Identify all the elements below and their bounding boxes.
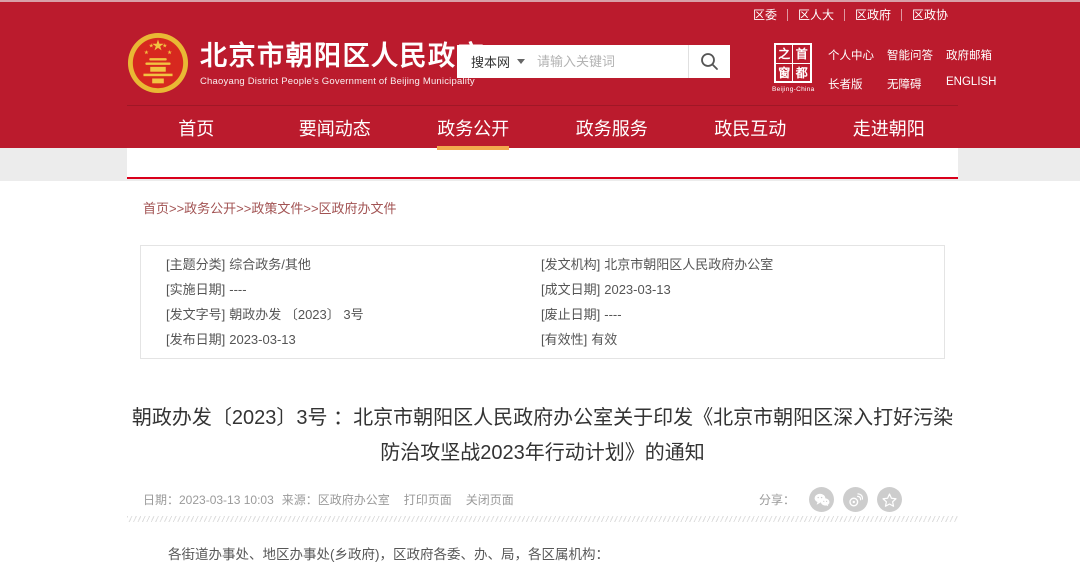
close-page-link[interactable]: 关闭页面 (466, 491, 514, 508)
meta-row-implementation-date: [实施日期] ---- (166, 277, 541, 302)
site-header: 区委 区人大 区政府 区政协 (0, 0, 1080, 148)
subheader-red-line (127, 148, 958, 179)
meta-label: [发文机构] (541, 257, 600, 272)
meta-row-repeal-date: [废止日期] ---- (541, 302, 773, 327)
capital-window-logo[interactable]: 之 首 窗 都 Beijing-China (772, 43, 815, 93)
brand-text: 北京市朝阳区人民政府 Chaoyang District People's Go… (200, 39, 485, 87)
cw-char: 之 (776, 45, 793, 64)
search-scope-select[interactable]: 搜本网 (457, 45, 537, 78)
meta-row-publish-date: [发布日期] 2023-03-13 (166, 327, 541, 352)
nav-item-label: 政务公开 (437, 115, 509, 141)
quick-link-gov-mailbox[interactable]: 政府邮箱 (946, 47, 997, 63)
top-link-district-government[interactable]: 区政府 (844, 9, 901, 21)
nav-item-label: 政务服务 (576, 115, 648, 141)
content: 首页>>政务公开>>政策文件>>区政府办文件 [主题分类] 综合政务/其他 [实施… (127, 181, 958, 564)
share-label: 分享： (759, 491, 795, 508)
meta-column-left: [主题分类] 综合政务/其他 [实施日期] ---- [发文字号] 朝政办发 〔202… (166, 252, 541, 352)
page: 区委 区人大 区政府 区政协 (0, 0, 1080, 564)
quick-link-senior-version[interactable]: 长者版 (828, 76, 874, 92)
search-input[interactable] (537, 45, 688, 78)
weibo-icon (848, 493, 863, 507)
top-bar: 区委 区人大 区政府 区政协 (0, 2, 1080, 28)
meta-value: 2023-03-13 (229, 332, 296, 347)
meta-value: 朝政办发 〔2023〕 3号 (229, 307, 363, 322)
article-source: 来源：区政府办公室 (282, 491, 390, 508)
active-tab-underline (437, 146, 509, 150)
meta-column-right: [发文机构] 北京市朝阳区人民政府办公室 [成文日期] 2023-03-13 [废止… (541, 252, 773, 352)
quick-link-smart-qa[interactable]: 智能问答 (887, 47, 933, 63)
hatched-divider (127, 516, 958, 522)
quick-links: 个人中心 智能问答 政府邮箱 长者版 无障碍 ENGLISH (828, 47, 997, 92)
meta-value: ---- (604, 307, 621, 322)
meta-label: [发文字号] (166, 307, 225, 322)
meta-row-issuing-agency: [发文机构] 北京市朝阳区人民政府办公室 (541, 252, 773, 277)
capital-window-caption: Beijing-China (772, 86, 815, 93)
share-group: 分享： (759, 487, 902, 512)
main-nav: 首页 要闻动态 政务公开 政务服务 政民互动 走进朝阳 (127, 105, 958, 150)
subheader-strip (0, 148, 1080, 181)
cw-char: 窗 (776, 64, 793, 82)
cw-char: 都 (793, 64, 810, 82)
search-icon (700, 52, 719, 71)
share-wechat-button[interactable] (809, 487, 834, 512)
meta-label: [有效性] (541, 332, 587, 347)
chevron-down-icon (517, 59, 525, 64)
nav-item-label: 走进朝阳 (853, 115, 925, 141)
share-weibo-button[interactable] (843, 487, 868, 512)
meta-label: [成文日期] (541, 282, 600, 297)
header-main: 北京市朝阳区人民政府 Chaoyang District People's Go… (0, 28, 1080, 105)
wechat-icon (814, 493, 830, 507)
quick-link-english[interactable]: ENGLISH (946, 76, 997, 92)
meta-row-topic: [主题分类] 综合政务/其他 (166, 252, 541, 277)
site-logo[interactable]: 北京市朝阳区人民政府 Chaoyang District People's Go… (127, 32, 485, 94)
nav-item-label: 要闻动态 (299, 115, 371, 141)
site-subtitle: Chaoyang District People's Government of… (200, 76, 485, 87)
meta-value: ---- (229, 282, 246, 297)
page-title: 朝政办发〔2023〕3号 ：北京市朝阳区人民政府办公室关于印发《北京市朝阳区深入… (131, 401, 954, 471)
article-date: 日期：2023-03-13 10:03 (143, 491, 274, 508)
capital-window-seal-icon: 之 首 窗 都 (774, 43, 812, 83)
search-button[interactable] (688, 45, 730, 78)
meta-label: [实施日期] (166, 282, 225, 297)
nav-item-label: 政民互动 (714, 115, 786, 141)
share-favorite-button[interactable] (877, 487, 902, 512)
search-box: 搜本网 (457, 45, 730, 78)
article-body-text: 各街道办事处、地区办事处(乡政府)，区政府各委、办、局，各区属机构： (168, 546, 958, 564)
meta-label: [主题分类] (166, 257, 225, 272)
nav-item-public-interaction[interactable]: 政民互动 (681, 106, 820, 150)
meta-row-validity: [有效性] 有效 (541, 327, 773, 352)
print-page-link[interactable]: 打印页面 (404, 491, 452, 508)
article-meta-row: 日期：2023-03-13 10:03 来源：区政府办公室 打印页面 关闭页面 … (127, 487, 958, 512)
meta-row-written-date: [成文日期] 2023-03-13 (541, 277, 773, 302)
site-title: 北京市朝阳区人民政府 (200, 39, 485, 73)
quick-link-personal-center[interactable]: 个人中心 (828, 47, 874, 63)
meta-label: [废止日期] (541, 307, 600, 322)
top-link-district-committee[interactable]: 区委 (743, 9, 787, 21)
cw-char: 首 (793, 45, 810, 64)
meta-value: 2023-03-13 (604, 282, 671, 297)
nav-item-label: 首页 (178, 115, 214, 141)
favorite-star-icon (882, 493, 897, 507)
breadcrumb[interactable]: 首页>>政务公开>>政策文件>>区政府办文件 (127, 181, 958, 218)
meta-value: 北京市朝阳区人民政府办公室 (604, 257, 773, 272)
meta-row-doc-number: [发文字号] 朝政办发 〔2023〕 3号 (166, 302, 541, 327)
national-emblem-icon (127, 32, 189, 94)
nav-item-gov-services[interactable]: 政务服务 (543, 106, 682, 150)
nav-item-home[interactable]: 首页 (127, 106, 266, 150)
nav-item-gov-disclosure[interactable]: 政务公开 (404, 106, 543, 150)
top-link-district-cppcc[interactable]: 区政协 (901, 9, 958, 21)
meta-label: [发布日期] (166, 332, 225, 347)
document-meta-box: [主题分类] 综合政务/其他 [实施日期] ---- [发文字号] 朝政办发 〔202… (140, 245, 945, 359)
search-scope-label: 搜本网 (471, 52, 510, 71)
quick-link-accessibility[interactable]: 无障碍 (887, 76, 933, 92)
top-link-district-congress[interactable]: 区人大 (787, 9, 844, 21)
meta-value: 有效 (591, 332, 617, 347)
nav-item-news[interactable]: 要闻动态 (266, 106, 405, 150)
meta-value: 综合政务/其他 (229, 257, 311, 272)
nav-item-about-chaoyang[interactable]: 走进朝阳 (820, 106, 959, 150)
